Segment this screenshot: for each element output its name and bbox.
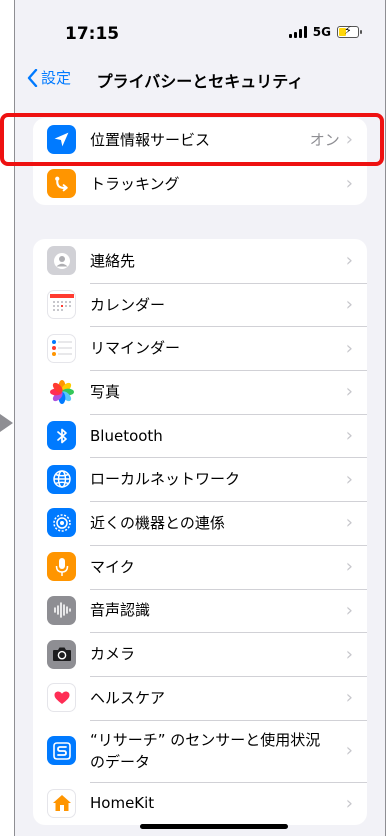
chevron-right-icon: ›	[345, 556, 353, 578]
chevron-right-icon: ›	[345, 250, 353, 272]
chevron-right-icon: ›	[345, 687, 353, 709]
battery-icon: ⚡	[337, 24, 362, 38]
chevron-right-icon: ›	[345, 599, 353, 621]
signal-icon	[288, 26, 307, 38]
row-label: Bluetooth	[90, 426, 163, 445]
calendar-icon	[47, 290, 76, 320]
microphone-icon	[47, 552, 76, 582]
settings-row-contacts[interactable]: 連絡先 ›	[33, 239, 367, 283]
row-label: リマインダー	[90, 339, 181, 358]
settings-row-calendar[interactable]: カレンダー ›	[33, 282, 367, 327]
speech-waveform-icon	[47, 595, 76, 625]
settings-row-local-network[interactable]: ローカルネットワーク ›	[33, 457, 367, 501]
home-indicator	[140, 824, 288, 829]
chevron-right-icon: ›	[345, 425, 353, 447]
chevron-right-icon: ›	[345, 294, 353, 316]
photos-icon	[47, 377, 76, 407]
row-label: 音声認識	[90, 601, 151, 620]
chevron-right-icon: ›	[345, 173, 353, 195]
row-label: “リサーチ” のセンサーと使用状況のデータ	[90, 730, 321, 771]
status-bar: 17:15 5G ⚡	[15, 0, 385, 60]
network-type: 5G	[312, 25, 331, 39]
row-label: 写真	[90, 382, 121, 401]
chevron-right-icon: ›	[345, 512, 353, 534]
reminders-icon	[47, 333, 76, 363]
chevron-right-icon: ›	[345, 468, 353, 490]
settings-row-nearby-interactions[interactable]: 近くの機器との連係 ›	[33, 501, 367, 545]
settings-row-bluetooth[interactable]: Bluetooth ›	[33, 413, 367, 458]
research-icon	[47, 736, 76, 766]
row-label: ローカルネットワーク	[90, 470, 241, 489]
side-pointer-arrow	[0, 414, 13, 432]
charging-bolt-icon: ⚡	[344, 24, 352, 37]
settings-row-microphone[interactable]: マイク ›	[33, 544, 367, 589]
chevron-right-icon: ›	[345, 740, 353, 762]
highlight-box	[0, 113, 384, 166]
settings-row-photos[interactable]: 写真 ›	[33, 370, 367, 414]
settings-row-research-sensor[interactable]: “リサーチ” のセンサーと使用状況のデータ ›	[33, 719, 367, 782]
row-label: マイク	[90, 557, 135, 576]
chevron-right-icon: ›	[345, 643, 353, 665]
row-label: カレンダー	[90, 295, 166, 314]
bluetooth-icon	[47, 421, 76, 451]
camera-icon	[47, 639, 76, 669]
globe-icon	[47, 464, 76, 494]
contacts-icon	[47, 246, 76, 276]
status-indicators: 5G ⚡	[288, 24, 362, 39]
row-label: ヘルスケア	[90, 688, 166, 707]
settings-row-camera[interactable]: カメラ ›	[33, 632, 367, 676]
chevron-right-icon: ›	[345, 792, 353, 814]
row-label: 連絡先	[90, 251, 136, 270]
permissions-group: 連絡先 › カレンダー › リマインダー › 写真 › Bluetooth › …	[33, 239, 367, 826]
row-label: 近くの機器との連係	[90, 513, 225, 532]
chevron-right-icon: ›	[345, 337, 353, 359]
nearby-icon	[47, 508, 76, 538]
settings-row-homekit[interactable]: HomeKit ›	[33, 781, 367, 826]
status-time: 17:15	[65, 24, 120, 44]
row-label: トラッキング	[90, 174, 180, 193]
settings-row-speech-recognition[interactable]: 音声認識 ›	[33, 588, 367, 633]
navigation-bar: 設定 プライバシーとセキュリティ	[15, 60, 385, 104]
tracking-icon	[47, 169, 76, 199]
chevron-right-icon: ›	[345, 381, 353, 403]
row-label: HomeKit	[90, 794, 155, 813]
settings-row-tracking[interactable]: トラッキング ›	[33, 161, 367, 206]
row-label: カメラ	[90, 645, 136, 664]
page-title: プライバシーとセキュリティ	[96, 72, 304, 91]
settings-row-reminders[interactable]: リマインダー ›	[33, 326, 367, 370]
heart-icon	[47, 683, 76, 713]
settings-row-health[interactable]: ヘルスケア ›	[33, 675, 367, 720]
home-icon	[47, 788, 76, 818]
